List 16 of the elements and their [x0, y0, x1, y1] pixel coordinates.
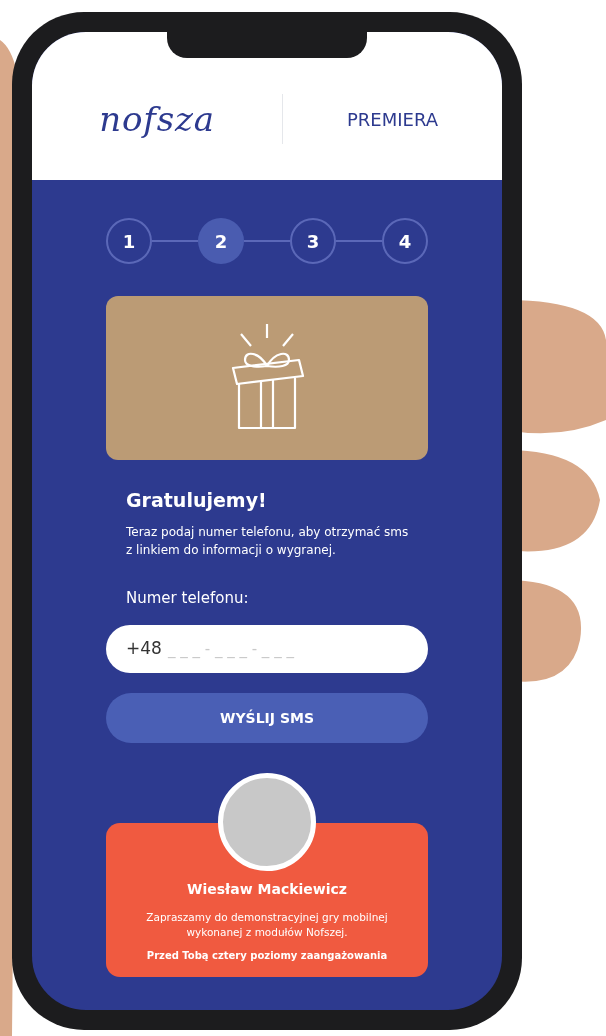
step-indicator[interactable]: 2 [198, 218, 244, 264]
step-indicator[interactable]: 1 [106, 218, 152, 264]
send-sms-button[interactable]: WYŚLIJ SMS [106, 693, 428, 743]
phone-placeholder: _ _ _ - _ _ _ - _ _ _ [167, 638, 294, 660]
host-name: Wiesław Mackiewicz [187, 880, 347, 899]
logo: nofsza [99, 97, 215, 141]
host-text: Zapraszamy do demonstracyjnej gry mobilnej wykonanej z modułów Nofszej. [145, 910, 389, 940]
field-label: Numer telefonu: [126, 587, 250, 609]
phone-input[interactable]: +48 _ _ _ - _ _ _ - _ _ _ [106, 625, 428, 673]
heading: Gratulujemy! [126, 488, 268, 513]
header-title: PREMIERA [346, 107, 438, 132]
intro-text: Teraz podaj numer telefonu, aby otrzymać sms z linkiem do informacji o wygranej. [126, 523, 410, 559]
host-note: Przed Tobą cztery poziomy zaangażowania [146, 949, 388, 963]
step-indicator[interactable]: 3 [290, 218, 336, 264]
step-indicator[interactable]: 4 [382, 218, 428, 264]
phone-prefix: +48 [126, 637, 162, 661]
